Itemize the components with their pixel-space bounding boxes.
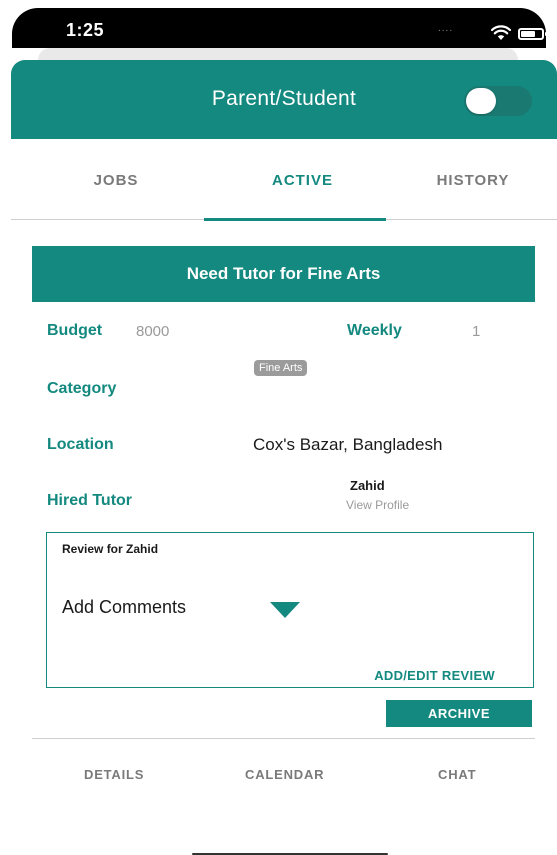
tab-history[interactable]: HISTORY [418, 172, 528, 189]
status-bar: 1:25 .... [12, 8, 547, 48]
toggle-knob [466, 88, 496, 114]
category-chip: Fine Arts [254, 360, 308, 376]
tab-details[interactable]: DETAILS [84, 767, 144, 782]
location-value: Cox's Bazar, Bangladesh [253, 435, 443, 454]
chevron-down-icon[interactable] [270, 602, 300, 618]
battery-icon [518, 28, 547, 40]
tab-jobs[interactable]: JOBS [91, 172, 141, 189]
tab-chat[interactable]: CHAT [438, 767, 476, 782]
app-header: Parent/Student [11, 60, 557, 139]
hired-tutor-label: Hired Tutor [47, 492, 133, 509]
status-time: 1:25 [66, 20, 105, 40]
tab-active[interactable]: ACTIVE [265, 172, 340, 189]
job-tabs: JOBS ACTIVE HISTORY [11, 150, 557, 221]
budget-value: 8000 [136, 323, 170, 340]
category-label: Category [47, 380, 117, 397]
archive-button[interactable]: ARCHIVE [386, 700, 532, 727]
job-title-banner: Need Tutor for Fine Arts [32, 246, 535, 302]
view-profile-link[interactable]: View Profile [346, 498, 409, 512]
signal-dots: .... [438, 23, 454, 34]
review-box: Review for Zahid Add Comments ADD/EDIT R… [46, 532, 534, 688]
frequency-label: Weekly [347, 322, 402, 339]
add-edit-review-button[interactable]: ADD/EDIT REVIEW [374, 668, 495, 683]
review-title: Review for Zahid [62, 542, 159, 556]
add-comments-field[interactable]: Add Comments [62, 597, 186, 618]
bottom-divider [32, 738, 535, 739]
active-tab-indicator [204, 218, 386, 221]
role-toggle[interactable] [464, 86, 532, 116]
frequency-value: 1 [472, 323, 481, 340]
tutor-name: Zahid [350, 478, 385, 493]
wifi-icon [491, 25, 511, 40]
location-label: Location [47, 436, 114, 453]
tab-calendar[interactable]: CALENDAR [245, 767, 324, 782]
budget-label: Budget [47, 322, 103, 339]
